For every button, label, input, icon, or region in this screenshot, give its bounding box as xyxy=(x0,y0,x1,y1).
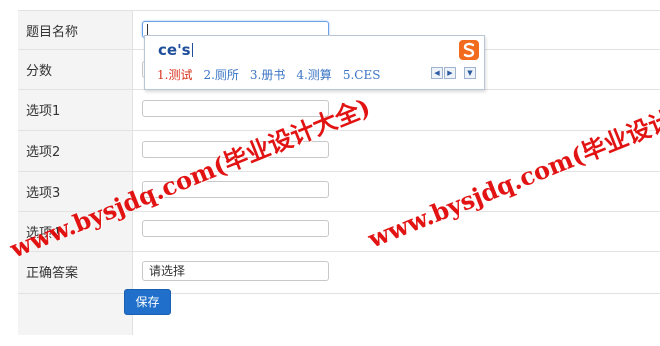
row-option2: 选项2 xyxy=(18,131,660,172)
row-option4: 选项4 xyxy=(18,212,660,252)
ime-candidate-window: ce's 1.测试 2.厕所 3.册书 4.测算 5.CES ◀ ▶ ▼ xyxy=(144,35,485,90)
option4-field-cell xyxy=(134,212,660,251)
row-option1: 选项1 xyxy=(18,90,660,131)
actions-field-cell xyxy=(134,294,660,335)
next-page-icon[interactable]: ▶ xyxy=(444,67,456,79)
option1-field-cell xyxy=(134,90,660,130)
title-label: 题目名称 xyxy=(18,11,133,49)
answer-field-cell: 请选择 xyxy=(134,252,660,293)
text-caret xyxy=(147,24,148,35)
option4-input[interactable] xyxy=(142,220,329,237)
row-answer: 正确答案 请选择 xyxy=(18,252,660,294)
option1-input[interactable] xyxy=(142,100,329,117)
option2-field-cell xyxy=(134,131,660,171)
option4-label: 选项4 xyxy=(18,212,133,251)
option2-input[interactable] xyxy=(142,141,329,158)
prev-page-icon[interactable]: ◀ xyxy=(431,67,443,79)
ime-candidate-3[interactable]: 3.册书 xyxy=(250,66,285,83)
option2-label: 选项2 xyxy=(18,131,133,171)
ime-candidate-1[interactable]: 1.测试 xyxy=(157,66,192,83)
ime-candidate-list: 1.测试 2.厕所 3.册书 4.测算 5.CES xyxy=(157,66,391,83)
option3-input[interactable] xyxy=(142,181,329,198)
ime-candidate-4[interactable]: 4.测算 xyxy=(296,66,331,83)
expand-icon[interactable]: ▼ xyxy=(464,67,476,79)
ime-candidate-5[interactable]: 5.CES xyxy=(343,68,381,82)
row-option3: 选项3 xyxy=(18,172,660,212)
ime-composition-text: ce's xyxy=(158,41,191,59)
ime-candidate-2[interactable]: 2.厕所 xyxy=(203,66,238,83)
actions-label-cell xyxy=(18,294,133,335)
row-actions xyxy=(18,294,660,335)
answer-label: 正确答案 xyxy=(18,252,133,293)
option3-label: 选项3 xyxy=(18,172,133,211)
score-label: 分数 xyxy=(18,50,133,89)
option1-label: 选项1 xyxy=(18,90,133,130)
save-button[interactable]: 保存 xyxy=(124,289,171,315)
ime-cursor xyxy=(191,43,193,57)
ime-nav: ◀ ▶ ▼ xyxy=(430,67,476,86)
answer-select[interactable]: 请选择 xyxy=(142,261,329,281)
option3-field-cell xyxy=(134,172,660,211)
sogou-logo-icon xyxy=(459,40,479,60)
ime-composition: ce's xyxy=(158,41,193,59)
